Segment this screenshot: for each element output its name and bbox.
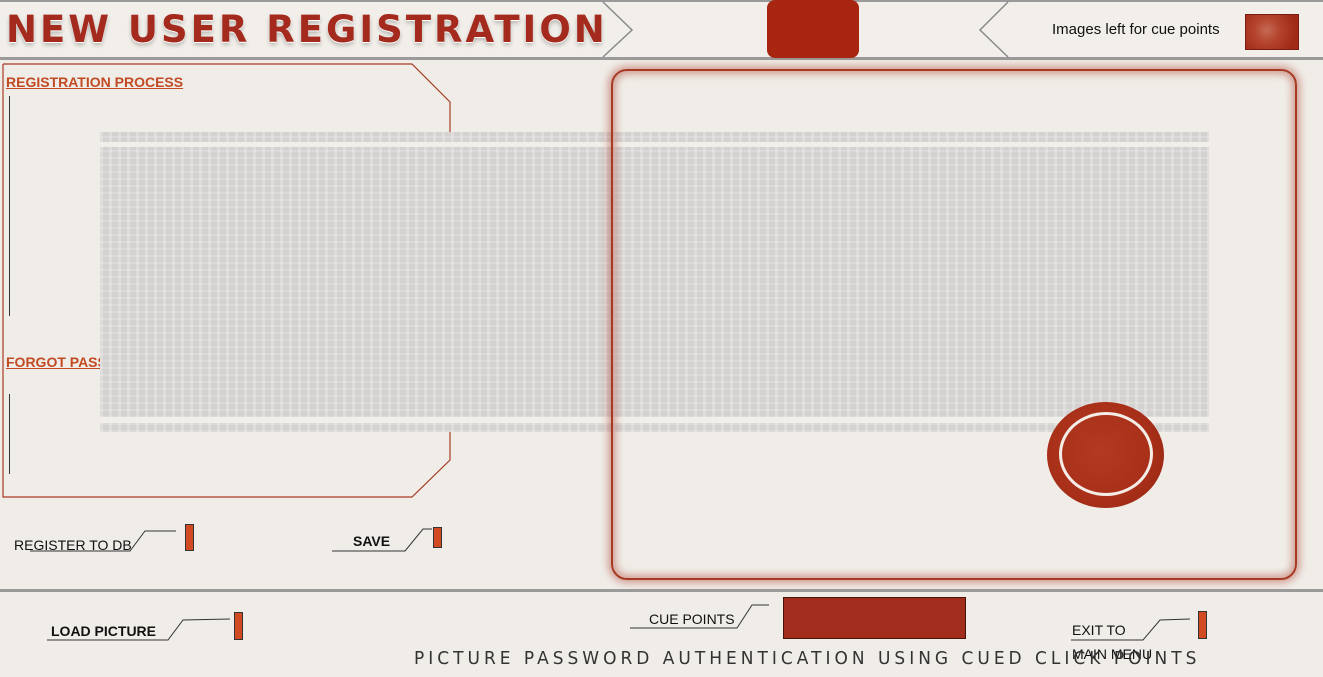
- register-to-db-indicator[interactable]: [185, 524, 194, 551]
- exit-to-button[interactable]: EXIT TO: [1072, 622, 1126, 638]
- exit-indicator[interactable]: [1198, 611, 1207, 639]
- save-button[interactable]: SAVE: [353, 533, 390, 549]
- cue-points-label: CUE POINTS: [649, 611, 735, 627]
- button-underlines: [30, 528, 1191, 641]
- footer-divider: [0, 589, 1323, 592]
- app-footer-title: PICTURE PASSWORD AUTHENTICATION USING CU…: [414, 648, 1201, 670]
- save-indicator[interactable]: [433, 527, 442, 548]
- load-picture-indicator[interactable]: [234, 612, 243, 640]
- load-picture-button[interactable]: LOAD PICTURE: [51, 623, 156, 639]
- register-to-db-button[interactable]: REGISTER TO DB: [14, 537, 132, 553]
- cue-points-display: [783, 597, 966, 639]
